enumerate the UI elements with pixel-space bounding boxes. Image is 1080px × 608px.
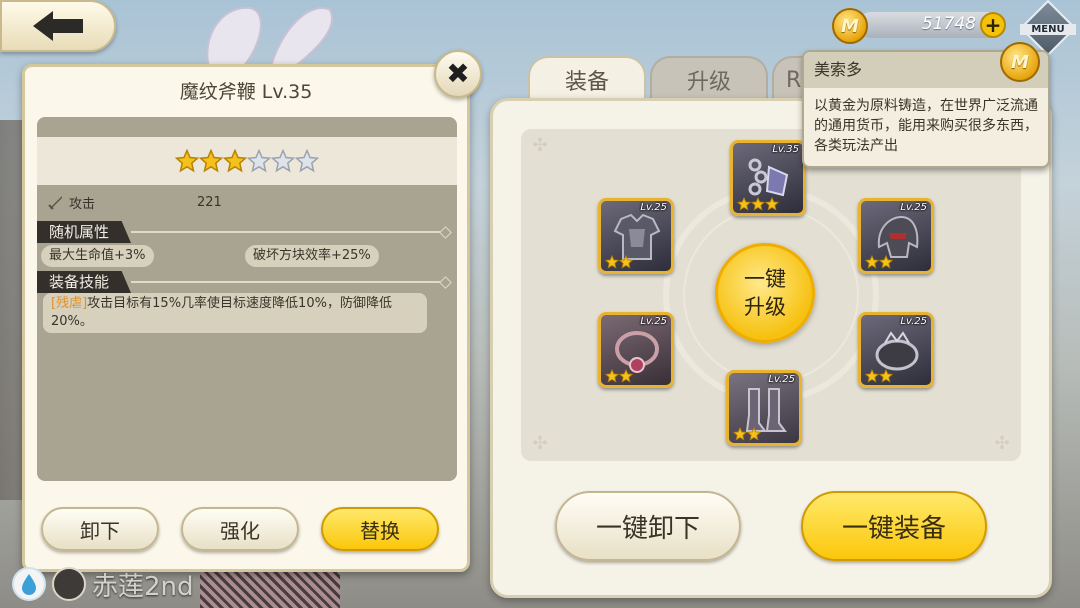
star-empty-icon <box>247 149 271 173</box>
skill-description: [残虐]攻击目标有15%几率使目标速度降低10%，防御降低20%。 <box>43 293 427 333</box>
star-filled-icon <box>879 369 893 383</box>
sword-icon <box>48 196 62 210</box>
star-filled-icon <box>751 197 765 211</box>
random-attribute-2: 破坏方块效率+25% <box>245 245 379 267</box>
star-filled-icon <box>865 369 879 383</box>
slot-chest[interactable]: Lv.25 <box>598 198 674 274</box>
tooltip-meso-coin-icon: M <box>1000 42 1040 82</box>
star-rating <box>37 137 457 185</box>
slot-helmet[interactable]: Lv.25 <box>858 198 934 274</box>
tab-equipment[interactable]: 装备 <box>528 56 646 102</box>
equipment-detail-panel: 魔纹斧鞭 Lv.35 攻击 221 随机属性 最大生命值+3% 破坏方块效率+2… <box>22 64 470 572</box>
skill-tag: [残虐] <box>51 296 88 311</box>
slot-stars <box>605 369 633 383</box>
slot-level: Lv.25 <box>900 202 927 213</box>
equipment-skill-title: 装备技能 <box>37 271 132 293</box>
random-attributes-header: 随机属性 <box>37 221 447 243</box>
equipment-info-box: 攻击 221 随机属性 最大生命值+3% 破坏方块效率+25% 装备技能 [残虐… <box>37 117 457 481</box>
star-filled-icon <box>747 427 761 441</box>
close-icon: ✖ <box>446 57 470 90</box>
corner-ornament-icon: ✣ <box>994 433 1010 454</box>
random-attributes-title: 随机属性 <box>37 221 132 243</box>
upgrade-all-line2: 升级 <box>744 295 786 319</box>
slot-stars <box>737 197 779 211</box>
star-filled-icon <box>865 255 879 269</box>
star-filled-icon <box>765 197 779 211</box>
back-button[interactable] <box>0 0 116 52</box>
star-filled-icon <box>605 255 619 269</box>
attack-label: 攻击 <box>69 196 96 212</box>
back-arrow-icon <box>33 11 83 41</box>
tab-upgrade[interactable]: 升级 <box>650 56 768 102</box>
add-currency-button[interactable]: + <box>980 12 1006 38</box>
skill-text: 攻击目标有15%几率使目标速度降低10%，防御降低20%。 <box>51 296 392 329</box>
star-filled-icon <box>737 197 751 211</box>
attack-attribute-row: 攻击 221 <box>47 191 447 213</box>
plus-icon: + <box>984 13 1002 37</box>
slot-bracelet[interactable]: Lv.25 <box>858 312 934 388</box>
bunny-ears-decoration <box>206 6 333 70</box>
star-filled-icon <box>605 369 619 383</box>
upgrade-all-button[interactable]: 一键 升级 <box>715 243 815 343</box>
tooltip-body: 以黄金为原料铸造，在世界广泛流通的通用货币，能用来购买很多东西，各类玩法产出 <box>814 98 1038 154</box>
random-attribute-1: 最大生命值+3% <box>41 245 154 267</box>
upgrade-all-line1: 一键 <box>744 267 786 291</box>
menu-label: MENU <box>1020 24 1076 35</box>
slot-stars <box>865 255 893 269</box>
water-element-icon <box>12 567 46 601</box>
slot-level: Lv.25 <box>640 202 667 213</box>
enhance-button[interactable]: 强化 <box>181 507 299 551</box>
class-emblem-icon <box>52 567 86 601</box>
character-name: 赤莲2nd <box>92 571 194 602</box>
slot-level: Lv.25 <box>900 316 927 327</box>
star-filled-icon <box>619 255 633 269</box>
star-filled-icon <box>879 255 893 269</box>
equip-all-button[interactable]: 一键装备 <box>801 491 987 561</box>
equipment-skill-header: 装备技能 <box>37 271 447 293</box>
star-filled-icon <box>619 369 633 383</box>
currency-amount: 51748 <box>921 14 976 34</box>
corner-ornament-icon: ✣ <box>532 433 548 454</box>
slot-weapon[interactable]: Lv.35 <box>730 140 806 216</box>
slot-level: Lv.25 <box>768 374 795 385</box>
unequip-all-button[interactable]: 一键卸下 <box>555 491 741 561</box>
star-filled-icon <box>175 149 199 173</box>
star-filled-icon <box>733 427 747 441</box>
corner-ornament-icon: ✣ <box>532 135 548 156</box>
close-button[interactable]: ✖ <box>434 50 482 98</box>
character-name-bar: 赤莲2nd <box>12 564 194 604</box>
slot-necklace[interactable]: Lv.25 <box>598 312 674 388</box>
slot-stars <box>865 369 893 383</box>
equipment-title: 魔纹斧鞭 Lv.35 <box>179 81 313 103</box>
slot-level: Lv.25 <box>640 316 667 327</box>
meso-coin-icon[interactable]: M <box>832 8 868 44</box>
star-filled-icon <box>199 149 223 173</box>
star-empty-icon <box>271 149 295 173</box>
replace-button[interactable]: 替换 <box>321 507 439 551</box>
attack-value: 221 <box>197 194 222 210</box>
slot-level: Lv.35 <box>772 144 799 155</box>
slot-stars <box>733 427 761 441</box>
unequip-button[interactable]: 卸下 <box>41 507 159 551</box>
star-empty-icon <box>295 149 319 173</box>
slot-stars <box>605 255 633 269</box>
star-filled-icon <box>223 149 247 173</box>
slot-boots[interactable]: Lv.25 <box>726 370 802 446</box>
